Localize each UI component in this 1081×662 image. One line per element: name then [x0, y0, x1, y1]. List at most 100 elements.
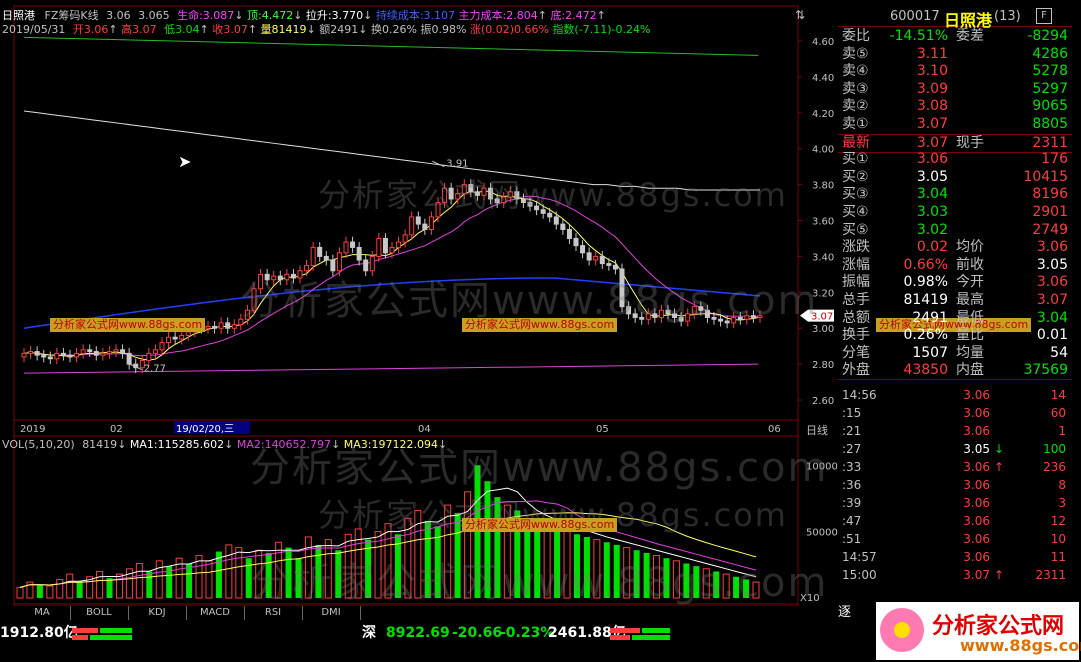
ma1-label: MA1:115285.602 — [129, 438, 225, 451]
candle-body — [74, 352, 80, 358]
buy-row[interactable]: 买① 3.06 176 — [838, 151, 1072, 168]
buy-row[interactable]: 买② 3.05 10415 — [838, 169, 1072, 186]
bottom-label: 底:2.472 — [550, 9, 597, 22]
tab-dmi[interactable]: DMI — [302, 606, 361, 620]
inner-label: 内盘 — [956, 362, 984, 379]
sell-price: 3.07 — [916, 116, 948, 132]
sell-row[interactable]: 卖⑤ 3.11 4286 — [838, 46, 1072, 63]
weibi-value: -14.51% — [889, 28, 948, 44]
ytick-label: 4.00 — [812, 145, 834, 156]
tab-boll[interactable]: BOLL — [70, 606, 129, 620]
tick-price: 3.06 — [963, 388, 990, 402]
tab-kdj[interactable]: KDJ — [128, 606, 187, 620]
sh-amount: 1912.80亿 — [0, 625, 78, 641]
tick-volume: 10 — [1050, 532, 1066, 546]
tab-tick-detail[interactable]: 逐 — [838, 604, 858, 622]
candle-body — [231, 324, 237, 329]
buy-label: 买① — [842, 151, 869, 168]
tick-volume: 8 — [1058, 478, 1066, 492]
watermark-5: 分析家公式网www.88gs.com — [250, 560, 829, 606]
chip-distribution-icon[interactable]: ⇅ — [795, 8, 805, 22]
candle-body — [185, 331, 191, 336]
tick-price: 3.06 — [963, 406, 990, 420]
volume-bar — [76, 582, 83, 598]
logo-url: www.88gs.com — [960, 636, 1081, 655]
sell-row[interactable]: 卖① 3.07 8805 — [838, 116, 1072, 133]
buy-row[interactable]: 买③ 3.04 8196 — [838, 186, 1072, 203]
tab-ma[interactable]: MA — [14, 606, 71, 620]
candle-body — [402, 234, 408, 243]
candle-body — [28, 351, 34, 354]
sell-row[interactable]: 卖② 3.08 9065 — [838, 98, 1072, 115]
ytick-label: 4.60 — [812, 37, 834, 48]
candle-body — [376, 237, 382, 257]
tab-rsi[interactable]: RSI — [244, 606, 303, 620]
info-icon[interactable]: F — [1036, 8, 1052, 24]
inner-value: 37569 — [1023, 362, 1068, 379]
candle-body — [356, 246, 362, 261]
buy-volume: 2901 — [1032, 204, 1068, 220]
mouse-cursor-icon: ➤ — [178, 152, 192, 171]
candle-body — [21, 352, 27, 358]
candle-body — [41, 354, 47, 358]
formula-name: FZ筹码K线 — [44, 9, 99, 22]
open-label: 开3.06 — [72, 23, 109, 36]
site-logo: 分析家公式网 www.88gs.com — [876, 602, 1081, 660]
buy-price: 3.05 — [916, 168, 948, 185]
candle-body — [146, 352, 152, 362]
tick-price: 3.06 — [963, 424, 990, 438]
stat-row: 总手 81419 最高 3.07 — [838, 292, 1072, 309]
tick-row: :47 3.06 12 — [838, 512, 1072, 530]
candle-body — [159, 342, 165, 351]
tick-price: 3.07 — [963, 568, 990, 582]
candle-body — [422, 223, 428, 230]
tab-macd[interactable]: MACD — [186, 606, 245, 620]
volume-bar — [96, 570, 104, 599]
stock-name: 日照港 — [2, 9, 35, 22]
watermark-1: 分析家公式网www.88gs.com — [318, 176, 788, 214]
tick-row: :15 3.06 60 — [838, 404, 1072, 422]
stat-label-2: 前收 — [956, 256, 984, 273]
sell-volume: 4286 — [1032, 45, 1068, 62]
tick-time: :39 — [842, 496, 862, 510]
tick-row: :27 3.05 ↓ 100 — [838, 440, 1072, 458]
tick-time: 14:57 — [842, 550, 877, 564]
volume-bar — [36, 584, 43, 598]
sell-row[interactable]: 卖④ 3.10 5278 — [838, 63, 1072, 80]
stat-label: 总额 — [842, 309, 870, 326]
vol-ytick-label: 50000 — [806, 528, 838, 539]
volume-bar — [106, 578, 113, 598]
stat-label: 总手 — [842, 292, 870, 308]
sell-row[interactable]: 卖③ 3.09 5297 — [838, 81, 1072, 98]
candle-body — [93, 351, 99, 356]
sell-label: 卖① — [842, 116, 869, 132]
volume-bar — [135, 562, 143, 599]
ytick-label: 3.40 — [812, 252, 834, 263]
volume-bar — [56, 578, 64, 599]
volume-bar — [115, 573, 123, 599]
now-hand-label: 现手 — [956, 134, 984, 151]
buy-price: 3.06 — [916, 151, 948, 168]
candle-body — [106, 351, 112, 354]
stock-badge: (13) — [994, 9, 1021, 24]
tick-volume: 1 — [1058, 424, 1066, 438]
amplitude-label: 振0.98% — [420, 23, 467, 36]
buy-volume: 8196 — [1032, 186, 1068, 203]
value-2: 3.065 — [138, 9, 170, 22]
stat-label: 涨跌 — [842, 239, 870, 256]
buy-label: 买② — [842, 168, 869, 185]
tick-time: :36 — [842, 478, 862, 492]
tick-price: 3.06 — [963, 460, 990, 474]
buy-row[interactable]: 买⑤ 3.02 2749 — [838, 222, 1072, 239]
stat-label-2: 均价 — [956, 239, 984, 256]
tick-time: 14:56 — [842, 388, 877, 402]
low-label: 低3.04 — [164, 23, 200, 36]
buy-row[interactable]: 买④ 3.03 2901 — [838, 204, 1072, 221]
stat-label: 分笔 — [842, 344, 870, 361]
tick-volume: 14 — [1050, 388, 1066, 402]
candle-body — [80, 349, 86, 354]
candle-body — [343, 241, 349, 254]
tick-volume: 3 — [1058, 496, 1066, 510]
candle-body — [60, 352, 66, 356]
tick-arrow-icon: ↑ — [994, 460, 1005, 474]
